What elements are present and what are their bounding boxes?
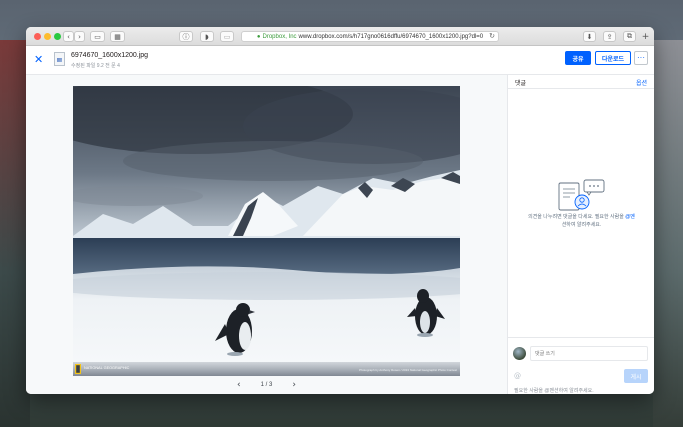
preview-area: NATIONAL GEOGRAPHIC Photograph by Anthon…	[26, 75, 507, 394]
file-name: 6974670_1600x1200.jpg	[71, 52, 149, 59]
secure-site-label: Dropbox, Inc	[262, 33, 297, 40]
page-navigation: ‹ 1 / 3 ›	[26, 379, 507, 391]
mention-link[interactable]: @멘	[625, 214, 635, 220]
back-button[interactable]: ‹	[63, 31, 74, 42]
info-button[interactable]: ⓘ	[179, 31, 193, 42]
comments-header: 댓글 옵션	[508, 75, 654, 89]
comments-panel: 댓글 옵션 의견을 나누려면 댓글을 다세요. 필요한 사람을 @멘 션하여 알…	[507, 75, 654, 394]
mention-hint: 필요한 사람을 @멘션하여 알려주세요.	[514, 388, 594, 394]
photo-preview[interactable]: NATIONAL GEOGRAPHIC Photograph by Anthon…	[73, 86, 460, 376]
page-count: 1 / 3	[260, 382, 273, 388]
download-button[interactable]: 다운로드	[595, 51, 631, 65]
close-icon[interactable]: ✕	[34, 53, 43, 66]
browser-window: ‹ › ▭ ▦ ⓘ ◗ ▭ ● Dropbox, Inc www.dropbox…	[26, 27, 654, 394]
comment-composer: @ 게시 필요한 사람을 @멘션하여 알려주세요.	[508, 337, 654, 394]
share-button[interactable]: 공유	[565, 51, 591, 65]
downloads-icon[interactable]: ⬇	[583, 31, 596, 42]
national-geographic-badge: NATIONAL GEOGRAPHIC	[84, 366, 130, 370]
close-window-button[interactable]	[34, 33, 41, 40]
extension-button[interactable]: ▭	[220, 31, 234, 42]
avatar	[513, 347, 526, 360]
photo-credit: Photograph by Anthony Rosen / 2013 Natio…	[359, 368, 457, 372]
minimize-window-button[interactable]	[44, 33, 51, 40]
previous-page-icon[interactable]: ‹	[237, 380, 241, 390]
desktop-wallpaper-right	[653, 40, 683, 427]
top-sites-button[interactable]: ▦	[110, 31, 125, 42]
comments-options-link[interactable]: 옵션	[636, 78, 647, 87]
share-icon[interactable]: ⇪	[603, 31, 616, 42]
zoom-window-button[interactable]	[54, 33, 61, 40]
sidebar-toggle-button[interactable]: ▭	[90, 31, 105, 42]
file-meta: 수정된 파일 9.2 전 문 4	[71, 63, 120, 69]
address-bar[interactable]: ● Dropbox, Inc www.dropbox.com/s/h717gno…	[241, 31, 499, 42]
url-text: www.dropbox.com/s/h717gno0616dffu/697467…	[298, 33, 484, 40]
new-tab-button[interactable]: +	[640, 31, 651, 42]
show-tabs-icon[interactable]: ⧉	[623, 31, 636, 42]
browser-toolbar: ‹ › ▭ ▦ ⓘ ◗ ▭ ● Dropbox, Inc www.dropbox…	[26, 27, 654, 46]
next-page-icon[interactable]: ›	[292, 380, 296, 390]
image-file-icon	[54, 52, 65, 66]
more-options-button[interactable]: ···	[634, 51, 648, 65]
comments-title: 댓글	[515, 81, 527, 87]
file-preview-header: ✕ 6974670_1600x1200.jpg 수정된 파일 9.2 전 문 4…	[26, 47, 654, 75]
lock-icon: ●	[256, 33, 261, 40]
empty-comments-message: 의견을 나누려면 댓글을 다세요. 필요한 사람을 @멘 션하여 알려주세요.	[516, 213, 647, 229]
reload-icon[interactable]: ↻	[489, 32, 495, 41]
forward-button[interactable]: ›	[74, 31, 85, 42]
empty-message-line2: 션하여 알려주세요.	[561, 222, 602, 228]
mention-icon[interactable]: @	[514, 372, 521, 380]
post-comment-button[interactable]: 게시	[624, 369, 648, 383]
shield-extension-button[interactable]: ◗	[200, 31, 214, 42]
comment-input[interactable]	[530, 346, 648, 361]
empty-message-line1: 의견을 나누려면 댓글을 다세요. 필요한 사람을	[528, 214, 626, 220]
